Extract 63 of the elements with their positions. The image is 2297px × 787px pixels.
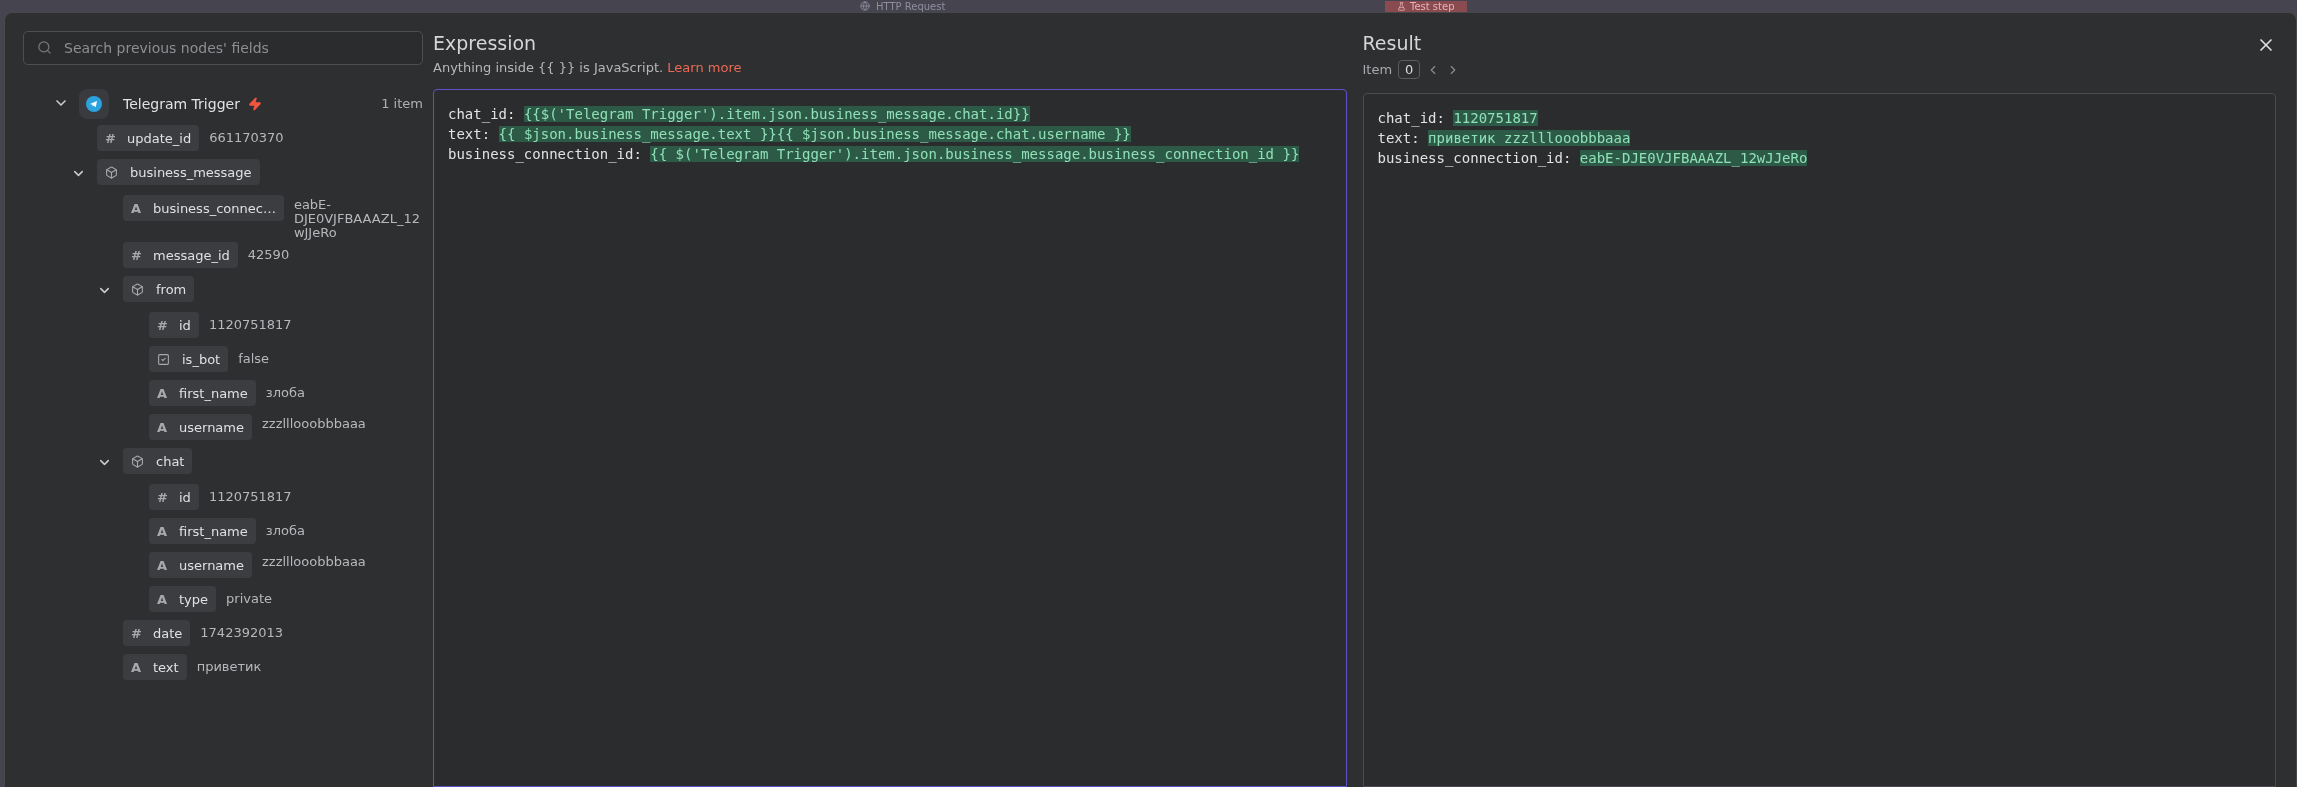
learn-more-link[interactable]: Learn more: [667, 60, 742, 75]
field-value: 1120751817: [208, 488, 293, 504]
field-value: злоба: [265, 384, 306, 400]
search-icon: [37, 40, 52, 55]
field-value: false: [238, 350, 271, 366]
letter-icon: A: [157, 557, 167, 573]
field-key[interactable]: A username: [149, 414, 252, 440]
letter-icon: A: [131, 200, 141, 216]
letter-icon: A: [157, 591, 167, 607]
field-value: злоба: [265, 522, 306, 538]
cube-icon: [131, 282, 144, 296]
checkbox-icon: [157, 352, 170, 366]
field-value: 661170370: [209, 129, 285, 145]
field-key[interactable]: A type: [149, 586, 217, 612]
hash-icon: #: [157, 317, 167, 333]
field-value: private: [226, 590, 273, 606]
field-key[interactable]: is_bot: [149, 346, 229, 372]
field-key[interactable]: A first_name: [149, 380, 256, 406]
field-key[interactable]: A username: [149, 552, 252, 578]
node-name: Telegram Trigger: [123, 95, 240, 114]
letter-icon: A: [157, 419, 167, 435]
flask-icon: [1397, 1, 1406, 11]
field-key[interactable]: # id: [149, 484, 199, 510]
field-key[interactable]: # update_id: [97, 125, 200, 151]
telegram-icon: [79, 89, 109, 119]
field-key[interactable]: # id: [149, 312, 199, 338]
field-key[interactable]: A first_name: [149, 518, 256, 544]
result-title: Result: [1362, 32, 1423, 54]
letter-icon: A: [157, 523, 167, 539]
test-step-button[interactable]: Test step: [1385, 0, 1467, 12]
hash-icon: #: [131, 625, 141, 641]
expression-editor[interactable]: chat_id: {{$('Telegram Trigger').item.json.business_message.chat.id}} text: {{ $json.business_message.text }}{{ $json.business_message.chat.username }} business_connection_id: {{ $('Telegram Trigger').item.json.business_message.business_connection_id }}: [433, 89, 1347, 787]
expression-hint: Anything inside {{ }} is JavaScript. Learn more: [433, 60, 743, 75]
letter-icon: A: [157, 385, 167, 401]
item-label: Item: [1362, 62, 1393, 77]
item-index-field[interactable]: 0: [1398, 60, 1421, 79]
background-node-label: HTTP Request: [860, 0, 1375, 12]
hash-icon: #: [105, 130, 115, 146]
field-value: zzzlllooobbbaaa: [262, 415, 367, 431]
field-key[interactable]: A text: [123, 654, 187, 680]
field-value: приветик: [196, 658, 263, 674]
letter-icon: A: [131, 659, 141, 675]
field-value: eabE-DJE0VJFBAAAZL_12wJJeRo: [293, 196, 421, 240]
field-value: 1742392013: [200, 624, 285, 640]
expression-title: Expression: [433, 32, 538, 54]
item-count: 1 item: [381, 95, 423, 113]
field-key[interactable]: from: [123, 276, 195, 302]
field-key[interactable]: chat: [123, 448, 193, 474]
field-key[interactable]: A business_connec…: [123, 195, 284, 221]
cube-icon: [105, 165, 118, 179]
field-value: 42590: [247, 246, 291, 262]
field-key[interactable]: # message_id: [123, 242, 238, 268]
result-output[interactable]: chat_id: 1120751817 text: приветик zzzlllooobbbaaa business_connection_id: eabE-DJE0VJFBAAAZL_12wJJeRo: [1362, 93, 2276, 787]
lightning-icon: [247, 97, 262, 111]
field-key[interactable]: # date: [123, 620, 191, 646]
hash-icon: #: [157, 489, 167, 505]
hash-icon: #: [131, 247, 141, 263]
search-field[interactable]: Search previous nodes' fields: [23, 31, 423, 65]
node-type-icon: [860, 1, 870, 11]
cube-icon: [131, 454, 144, 468]
field-value: zzzlllooobbbaaa: [262, 553, 367, 569]
field-key[interactable]: business_message: [97, 159, 260, 185]
field-value: 1120751817: [208, 316, 293, 332]
